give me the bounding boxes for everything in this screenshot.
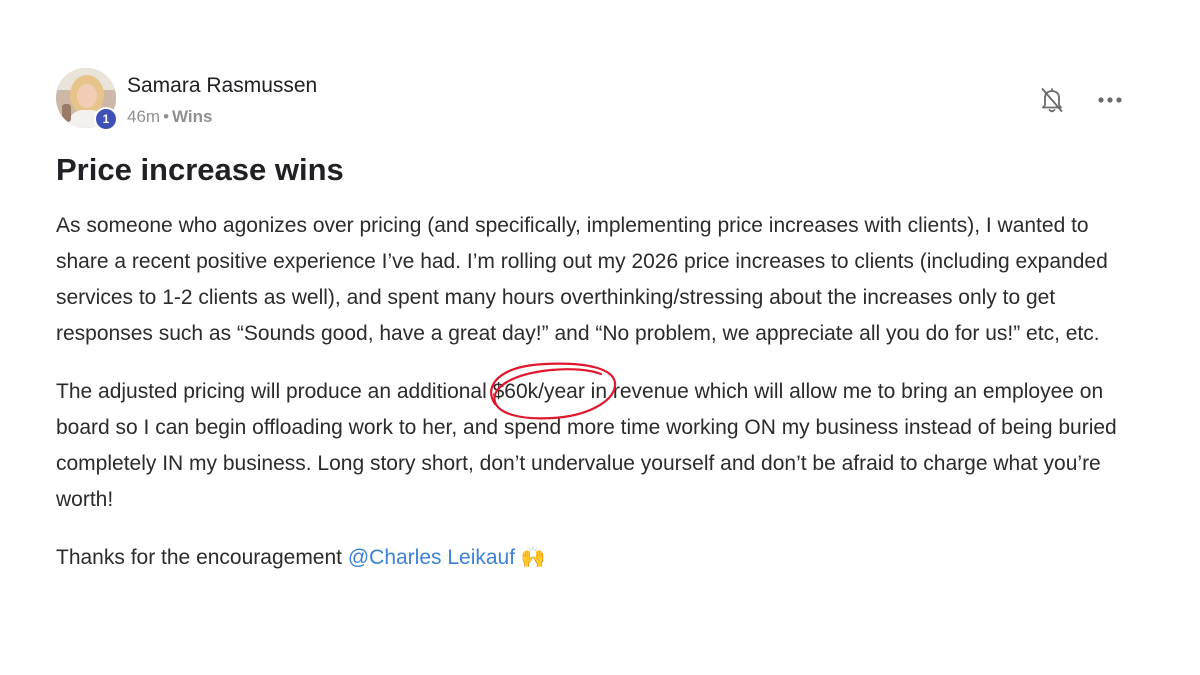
post-header: 1 Samara Rasmussen 46m • Wins bbox=[56, 66, 1146, 132]
raised-hands-emoji: 🙌 bbox=[520, 547, 546, 569]
post-body: As someone who agonizes over pricing (an… bbox=[56, 208, 1146, 576]
level-badge: 1 bbox=[94, 107, 118, 131]
post-paragraph-3: Thanks for the encouragement @Charles Le… bbox=[56, 540, 1146, 576]
author-name[interactable]: Samara Rasmussen bbox=[127, 74, 317, 98]
post-time: 46m bbox=[127, 107, 161, 126]
post-category[interactable]: Wins bbox=[172, 107, 212, 126]
user-mention-link[interactable]: @Charles Leikauf bbox=[348, 546, 515, 569]
post-paragraph-1: As someone who agonizes over pricing (an… bbox=[56, 214, 1108, 345]
bell-off-icon[interactable] bbox=[1036, 84, 1068, 116]
highlight-text: $60k/year bbox=[492, 380, 585, 403]
post-actions bbox=[1036, 84, 1126, 116]
post-card: 1 Samara Rasmussen 46m • Wins Price incr… bbox=[56, 66, 1146, 598]
paragraph-3-text: Thanks for the encouragement bbox=[56, 546, 348, 569]
more-horizontal-icon[interactable] bbox=[1094, 84, 1126, 116]
post-title: Price increase wins bbox=[56, 152, 344, 187]
highlighted-amount: $60k/year bbox=[489, 362, 616, 420]
post-meta: 46m • Wins bbox=[127, 107, 213, 127]
paragraph-2-before: The adjusted pricing will produce an add… bbox=[56, 380, 493, 403]
post-paragraph-2: The adjusted pricing will produce an add… bbox=[56, 362, 1146, 518]
meta-separator: • bbox=[163, 107, 170, 126]
